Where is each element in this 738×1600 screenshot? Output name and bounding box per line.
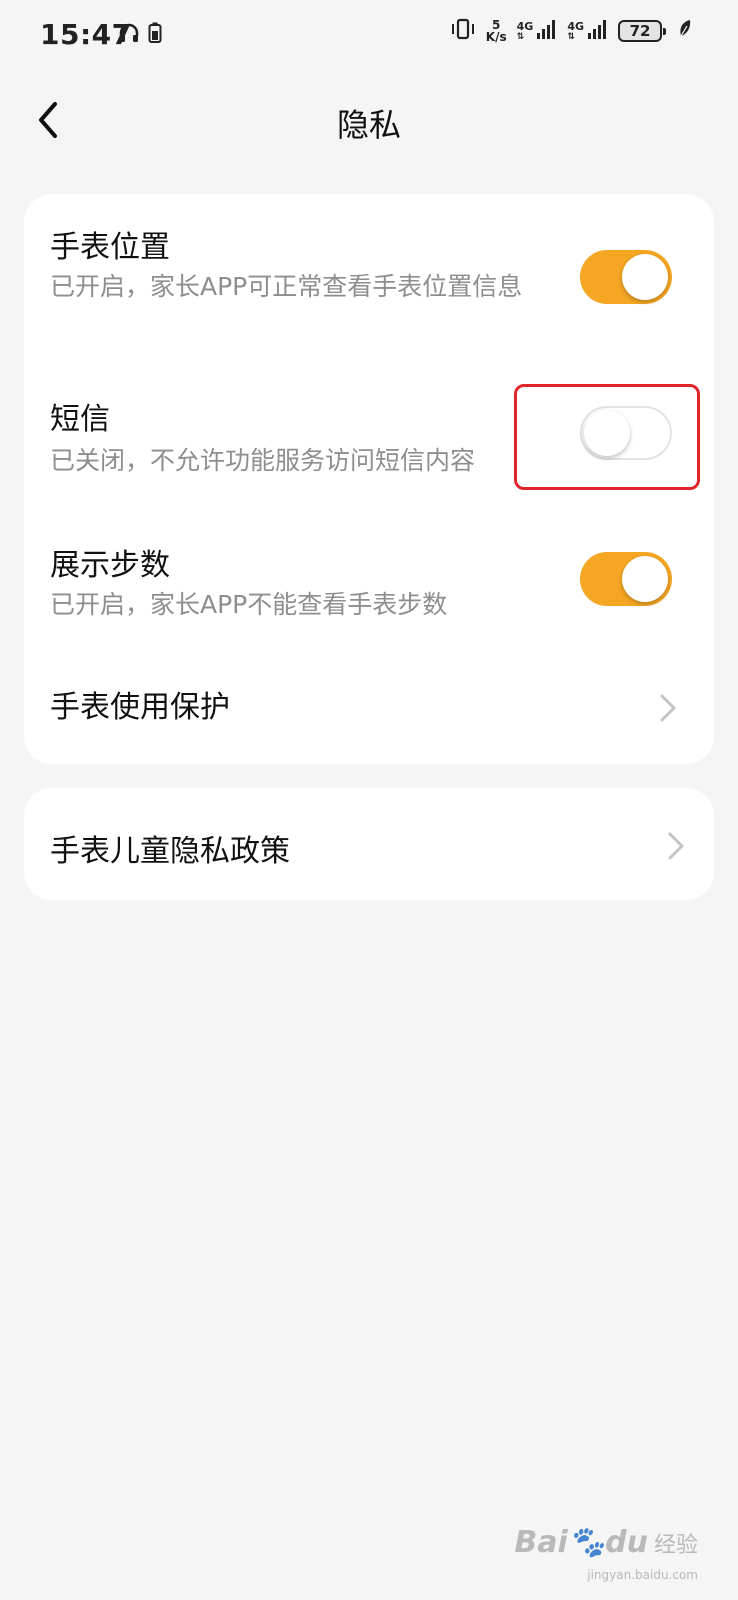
watermark-sub: jingyan.baidu.com [587,1568,698,1582]
status-bar: 15:47 5 K/s 4G ⇅ 4G ⇅ 72 [0,0,738,72]
page-title: 隐私 [336,106,401,144]
battery-saver-icon [148,22,162,48]
network-type-1: 4G [516,20,534,33]
signal-icon [588,19,608,43]
privacy-policy-card[interactable]: 手表儿童隐私政策 [24,788,714,900]
vibrate-icon [450,18,476,44]
privacy-policy-title: 手表儿童隐私政策 [50,834,290,869]
watermark-logo-text: Bai [514,1525,568,1560]
status-left-icons [118,22,162,48]
setting-description: 已开启，家长APP可正常查看手表位置信息 [50,272,523,301]
signal-1: 4G ⇅ [517,19,558,43]
signal-icon [537,19,557,43]
baidu-watermark: Bai🐾du 经验 [514,1525,698,1560]
chevron-right-icon [660,694,676,722]
network-speed: 5 K/s [486,19,507,43]
headphones-icon [118,22,140,48]
setting-title: 手表位置 [50,230,170,265]
watermark-logo: Bai🐾du [514,1525,648,1560]
signal-2: 4G ⇅ [567,19,608,43]
setting-sms: 短信 已关闭，不允许功能服务访问短信内容 [24,364,714,514]
paw-icon: 🐾 [567,1525,606,1560]
watermark-text: 经验 [653,1532,698,1558]
network-type-2: 4G [567,20,584,33]
setting-description: 已关闭，不允许功能服务访问短信内容 [50,446,476,475]
toggle-knob [584,410,630,456]
toggle-knob [622,556,668,602]
leaf-icon [678,19,692,43]
setting-title: 短信 [50,402,110,437]
header: 隐私 [0,80,738,160]
status-right-icons: 5 K/s 4G ⇅ 4G ⇅ 72 [450,18,692,44]
setting-title: 展示步数 [50,548,170,583]
battery-level: 72 [629,22,651,40]
watermark-logo-suffix: du [605,1525,648,1560]
privacy-settings-card: 手表位置 已开启，家长APP可正常查看手表位置信息 短信 已关闭，不允许功能服务… [24,194,714,764]
toggle-knob [622,254,668,300]
setting-watch-usage-protection[interactable]: 手表使用保护 [24,654,714,764]
battery-indicator: 72 [618,20,666,42]
setting-show-steps: 展示步数 已开启，家长APP不能查看手表步数 [24,524,714,654]
setting-description: 已开启，家长APP不能查看手表步数 [50,590,448,619]
setting-title: 手表使用保护 [50,690,230,725]
show-steps-toggle[interactable] [580,552,672,606]
speed-unit: K/s [485,30,507,44]
setting-watch-location: 手表位置 已开启，家长APP可正常查看手表位置信息 [24,194,714,364]
sms-toggle[interactable] [580,406,672,460]
watch-location-toggle[interactable] [580,250,672,304]
chevron-right-icon [668,832,684,860]
